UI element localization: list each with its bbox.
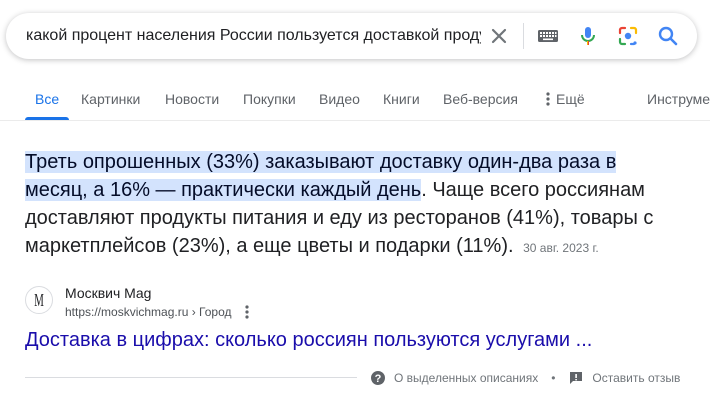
tabs-divider bbox=[0, 120, 710, 121]
tab-news[interactable]: Новости bbox=[165, 78, 219, 120]
tab-more-label: Ещё bbox=[556, 91, 585, 107]
featured-snippet: Треть опрошенных (33%) заказывают достав… bbox=[25, 148, 665, 262]
search-icon[interactable] bbox=[656, 24, 680, 48]
mic-icon[interactable] bbox=[576, 24, 600, 48]
feedback-label: Оставить отзыв bbox=[592, 371, 681, 385]
tab-tools[interactable]: Инструменты bbox=[647, 78, 710, 120]
search-tabs: Все Картинки Новости Покупки Видео Книги… bbox=[0, 78, 710, 120]
keyboard-icon[interactable] bbox=[536, 24, 560, 48]
result-title-link[interactable]: Доставка в цифрах: сколько россиян польз… bbox=[25, 327, 592, 353]
footer-separator: • bbox=[551, 371, 556, 385]
more-options-icon[interactable] bbox=[239, 303, 255, 321]
lens-icon[interactable] bbox=[616, 24, 640, 48]
about-snippets-link[interactable]: ? О выделенных описаниях bbox=[370, 370, 538, 386]
site-favicon: M bbox=[25, 286, 53, 314]
about-snippets-label: О выделенных описаниях bbox=[394, 371, 539, 385]
tab-shopping[interactable]: Покупки bbox=[243, 78, 296, 120]
close-icon[interactable] bbox=[487, 24, 511, 48]
result-source[interactable]: M Москвич Mag https://moskvichmag.ru › Г… bbox=[25, 284, 425, 320]
feedback-icon bbox=[570, 372, 583, 384]
tab-all[interactable]: Все bbox=[35, 78, 59, 120]
help-icon: ? bbox=[371, 371, 385, 385]
search-box[interactable]: какой процент населения России пользуетс… bbox=[6, 13, 697, 59]
svg-text:?: ? bbox=[375, 373, 382, 385]
tab-videos[interactable]: Видео bbox=[319, 78, 360, 120]
snippet-footer: ? О выделенных описаниях • Оставить отзы… bbox=[370, 368, 680, 388]
favicon-letter: M bbox=[34, 289, 44, 310]
footer-divider bbox=[25, 377, 357, 378]
more-vert-icon bbox=[546, 92, 550, 106]
feedback-link[interactable]: Оставить отзыв bbox=[568, 370, 680, 386]
tab-images[interactable]: Картинки bbox=[81, 78, 140, 120]
tab-web[interactable]: Веб-версия bbox=[443, 78, 518, 120]
site-url[interactable]: https://moskvichmag.ru › Город bbox=[65, 304, 232, 320]
tab-books[interactable]: Книги bbox=[383, 78, 420, 120]
site-name[interactable]: Москвич Mag bbox=[65, 284, 151, 302]
tab-more[interactable]: Ещё bbox=[546, 78, 585, 120]
search-input[interactable]: какой процент населения России пользуетс… bbox=[26, 13, 481, 59]
search-divider bbox=[523, 23, 524, 49]
snippet-date: 30 авг. 2023 г. bbox=[523, 241, 599, 255]
